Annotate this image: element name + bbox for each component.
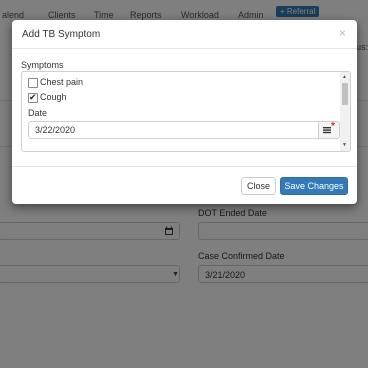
modal-title: Add TB Symptom <box>22 29 101 40</box>
date-input[interactable]: 3/22/2020 <box>28 121 319 139</box>
panel-scrollbar[interactable]: ▲ ▼ <box>340 72 350 151</box>
chest-pain-checkbox[interactable] <box>28 78 38 88</box>
symptom-label: Chest pain <box>40 77 84 87</box>
close-icon[interactable]: × <box>339 26 346 40</box>
cough-checkbox[interactable]: ✔ <box>28 92 38 103</box>
modal-footer: Close Save Changes <box>12 166 357 205</box>
calendar-icon <box>323 127 331 134</box>
add-tb-symptom-dialog: Add TB Symptom × Symptoms Chest pain ✔ C… <box>12 20 357 204</box>
symptoms-panel: Chest pain ✔ Cough Date 3/22/2020 * ▲ ▼ <box>21 71 351 152</box>
check-icon: ✔ <box>29 92 37 102</box>
symptoms-label: Symptoms <box>21 60 64 70</box>
symptom-label: Cough <box>40 92 67 102</box>
scroll-up-icon[interactable]: ▲ <box>342 74 347 80</box>
scroll-thumb[interactable] <box>342 83 348 105</box>
close-button[interactable]: Close <box>241 177 276 195</box>
modal-header: Add TB Symptom × <box>12 20 357 49</box>
scroll-down-icon[interactable]: ▼ <box>342 142 347 148</box>
save-changes-button[interactable]: Save Changes <box>280 177 348 195</box>
required-marker: * <box>331 121 335 132</box>
date-label: Date <box>28 108 48 118</box>
date-picker-button[interactable]: * <box>319 121 340 139</box>
